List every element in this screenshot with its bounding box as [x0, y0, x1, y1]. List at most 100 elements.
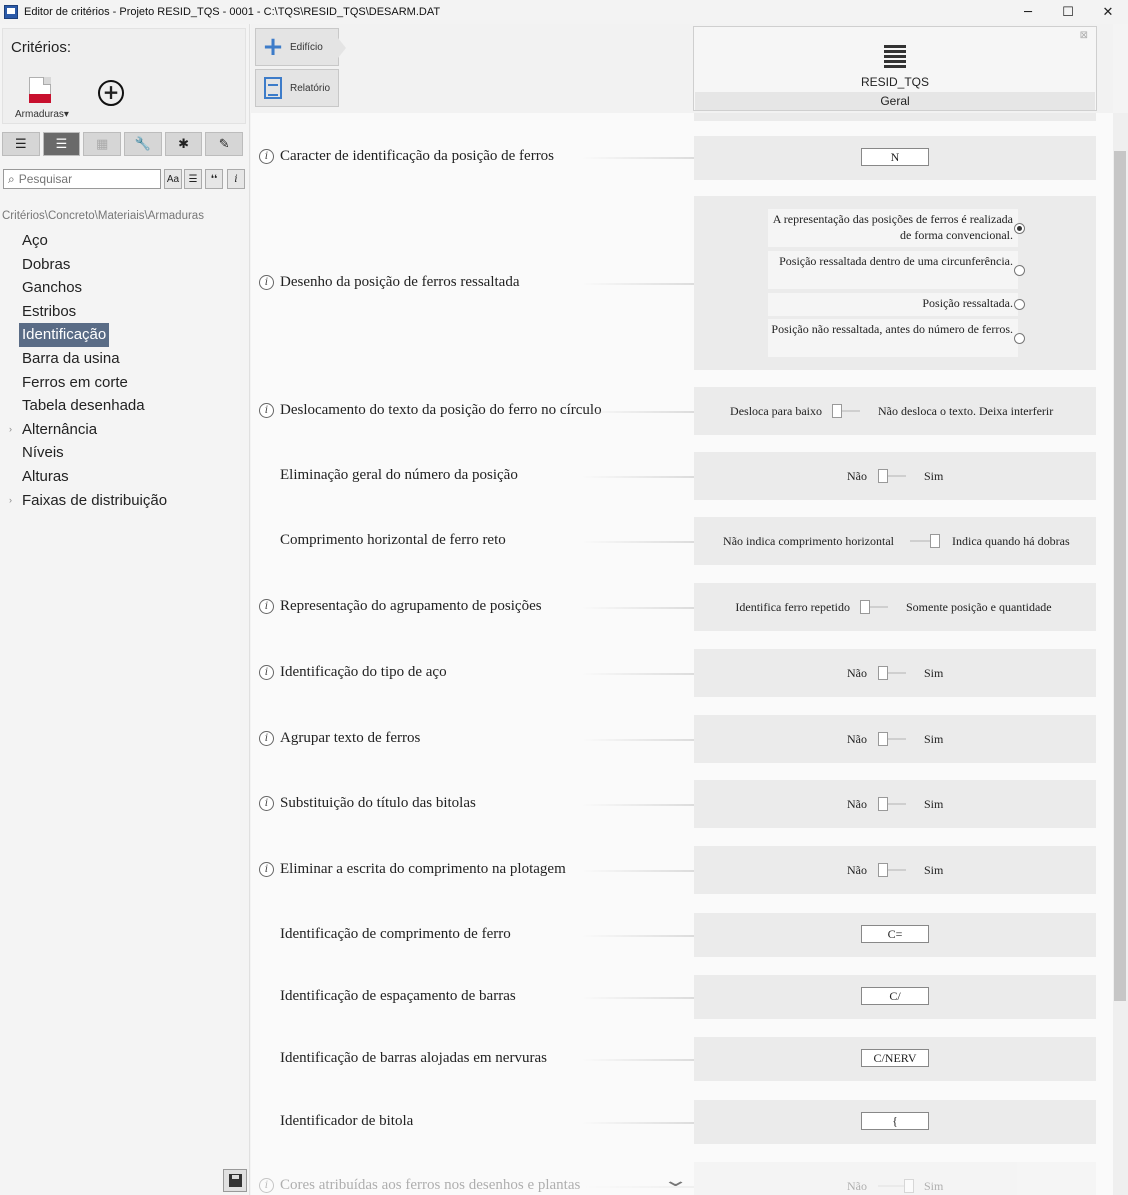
add-criteria-icon[interactable]: + — [98, 80, 124, 106]
info-icon[interactable]: i — [259, 731, 274, 746]
radio-button[interactable] — [1014, 223, 1025, 234]
close-button[interactable]: ✕ — [1088, 0, 1128, 24]
info-icon[interactable]: i — [259, 796, 274, 811]
minimize-button[interactable]: ─ — [1008, 0, 1048, 24]
toggle-right-label: Sim — [924, 666, 944, 680]
value-box: C= — [694, 913, 1096, 957]
chevron-down-icon[interactable]: ⌄ — [662, 1170, 689, 1191]
text-input[interactable]: { — [861, 1112, 929, 1130]
toggle-left-label: Não — [847, 1179, 867, 1193]
toggle-right-label: Não desloca o texto. Deixa interferir — [878, 404, 1054, 418]
row-label: Deslocamento do texto da posição do ferr… — [280, 402, 602, 418]
info-icon[interactable]: i — [259, 149, 274, 164]
row-label: Eliminação geral do número da posição — [280, 467, 518, 483]
info-search-button[interactable]: i — [227, 169, 245, 189]
pencil-icon[interactable]: ✎ — [205, 132, 244, 156]
app-icon — [4, 5, 18, 19]
toggle-switch[interactable] — [878, 469, 888, 483]
save-button[interactable] — [223, 1169, 247, 1192]
tree-item-faixas[interactable]: › Faixas de distribuição — [0, 489, 248, 513]
relatorio-button[interactable]: Relatório — [255, 69, 339, 107]
text-input[interactable]: C= — [861, 925, 929, 943]
tree-item-niveis[interactable]: Níveis — [0, 441, 248, 465]
info-icon[interactable]: i — [259, 599, 274, 614]
align-center-icon[interactable]: ☰ — [42, 132, 81, 156]
info-icon[interactable]: i — [259, 275, 274, 290]
text-input[interactable]: N — [861, 148, 929, 166]
tree-item-ganchos[interactable]: Ganchos — [0, 276, 248, 300]
toggle-switch[interactable] — [878, 797, 888, 811]
connector-line — [581, 411, 694, 413]
report-icon — [262, 77, 284, 99]
toggle-switch[interactable] — [878, 863, 888, 877]
info-icon[interactable]: i — [259, 1178, 274, 1193]
value-box: C/ — [694, 975, 1096, 1019]
tree-item-alternancia[interactable]: › Alternância — [0, 418, 248, 442]
toggle-switch[interactable] — [832, 404, 842, 418]
close-icon[interactable]: ⊠ — [1080, 30, 1088, 41]
tree-item-estribos[interactable]: Estribos — [0, 300, 248, 324]
radio-button[interactable] — [1014, 333, 1025, 344]
value-box: { — [694, 1100, 1096, 1144]
tree-item-ferros-em-corte[interactable]: Ferros em corte — [0, 371, 248, 395]
search-input[interactable] — [18, 172, 149, 186]
toggle-switch[interactable] — [860, 600, 870, 614]
text-input[interactable]: C/NERV — [861, 1049, 929, 1067]
row-label: Agrupar texto de ferros — [280, 730, 421, 746]
tree-item-identificacao[interactable]: Identificação — [0, 323, 248, 347]
radio-group: A representação das posições de ferros é… — [694, 196, 1096, 370]
row-label: Eliminar a escrita do comprimento na plo… — [280, 861, 566, 877]
armaduras-file-icon[interactable] — [29, 77, 51, 103]
armaduras-dropdown[interactable]: Armaduras▾ — [15, 109, 69, 120]
toggle-left-label: Não — [847, 666, 867, 680]
expand-icon[interactable]: › — [9, 489, 12, 513]
toggle-left-label: Não — [847, 797, 867, 811]
text-input[interactable]: C/ — [861, 987, 929, 1005]
toggle-left-label: Desloca para baixo — [730, 404, 822, 418]
tree-item-barra-da-usina[interactable]: Barra da usina — [0, 347, 248, 371]
tree-item-aco[interactable]: Aço — [0, 229, 248, 253]
vertical-scrollbar[interactable] — [1113, 113, 1128, 1195]
wrench-icon[interactable]: 🔧 — [124, 132, 162, 156]
toggle-box: Não Sim — [694, 452, 1096, 500]
quote-button[interactable]: ❛❛ — [205, 169, 223, 189]
toggle-right-label: Sim — [924, 469, 944, 483]
radio-button[interactable] — [1014, 265, 1025, 276]
row-label: Substituição do título das bitolas — [280, 795, 476, 811]
list-icon[interactable]: ☰ — [2, 132, 40, 156]
asterisk-icon[interactable]: ✱ — [164, 132, 203, 156]
maximize-button[interactable]: ☐ — [1048, 0, 1088, 24]
scrollbar-thumb[interactable] — [1114, 151, 1126, 1001]
toggle-box: Desloca para baixo Não desloca o texto. … — [694, 387, 1096, 435]
expand-icon[interactable]: › — [9, 418, 12, 442]
toggle-right-label: Indica quando há dobras — [952, 534, 1070, 548]
toggle-box: Identifica ferro repetido Somente posiçã… — [694, 583, 1096, 631]
toggle-box: Não Sim — [694, 780, 1096, 828]
row-label: Identificação do tipo de aço — [280, 664, 447, 680]
tree-item-tabela-desenhada[interactable]: Tabela desenhada — [0, 394, 248, 418]
edificio-button[interactable]: + Edifício — [255, 28, 346, 66]
row-label: Identificação de barras alojadas em nerv… — [280, 1050, 547, 1066]
toggle-switch[interactable] — [930, 534, 940, 548]
filter-button[interactable]: ☰ — [184, 169, 202, 189]
breadcrumb: Critérios\Concreto\Materiais\Armaduras — [2, 210, 204, 222]
toggle-right-label: Sim — [924, 732, 944, 746]
plus-icon: + — [262, 32, 284, 62]
match-case-button[interactable]: Aa — [164, 169, 182, 189]
row-identificacao-espacamento: Identificação de espaçamento de barras C… — [251, 975, 1113, 1019]
info-icon[interactable]: i — [259, 403, 274, 418]
row-label: Identificação de comprimento de ferro — [280, 926, 511, 942]
search-icon: ⌕ — [8, 171, 15, 186]
toggle-switch[interactable] — [878, 732, 888, 746]
connector-line — [581, 673, 694, 675]
grid-icon[interactable]: ▦ — [83, 132, 122, 156]
connector-line — [581, 804, 694, 806]
tree-item-alturas[interactable]: Alturas — [0, 465, 248, 489]
toggle-switch[interactable] — [878, 666, 888, 680]
tree-item-dobras[interactable]: Dobras — [0, 253, 248, 277]
info-icon[interactable]: i — [259, 862, 274, 877]
radio-button[interactable] — [1014, 299, 1025, 310]
toggle-switch[interactable] — [904, 1179, 914, 1193]
tab-geral[interactable]: Geral — [695, 92, 1095, 110]
info-icon[interactable]: i — [259, 665, 274, 680]
